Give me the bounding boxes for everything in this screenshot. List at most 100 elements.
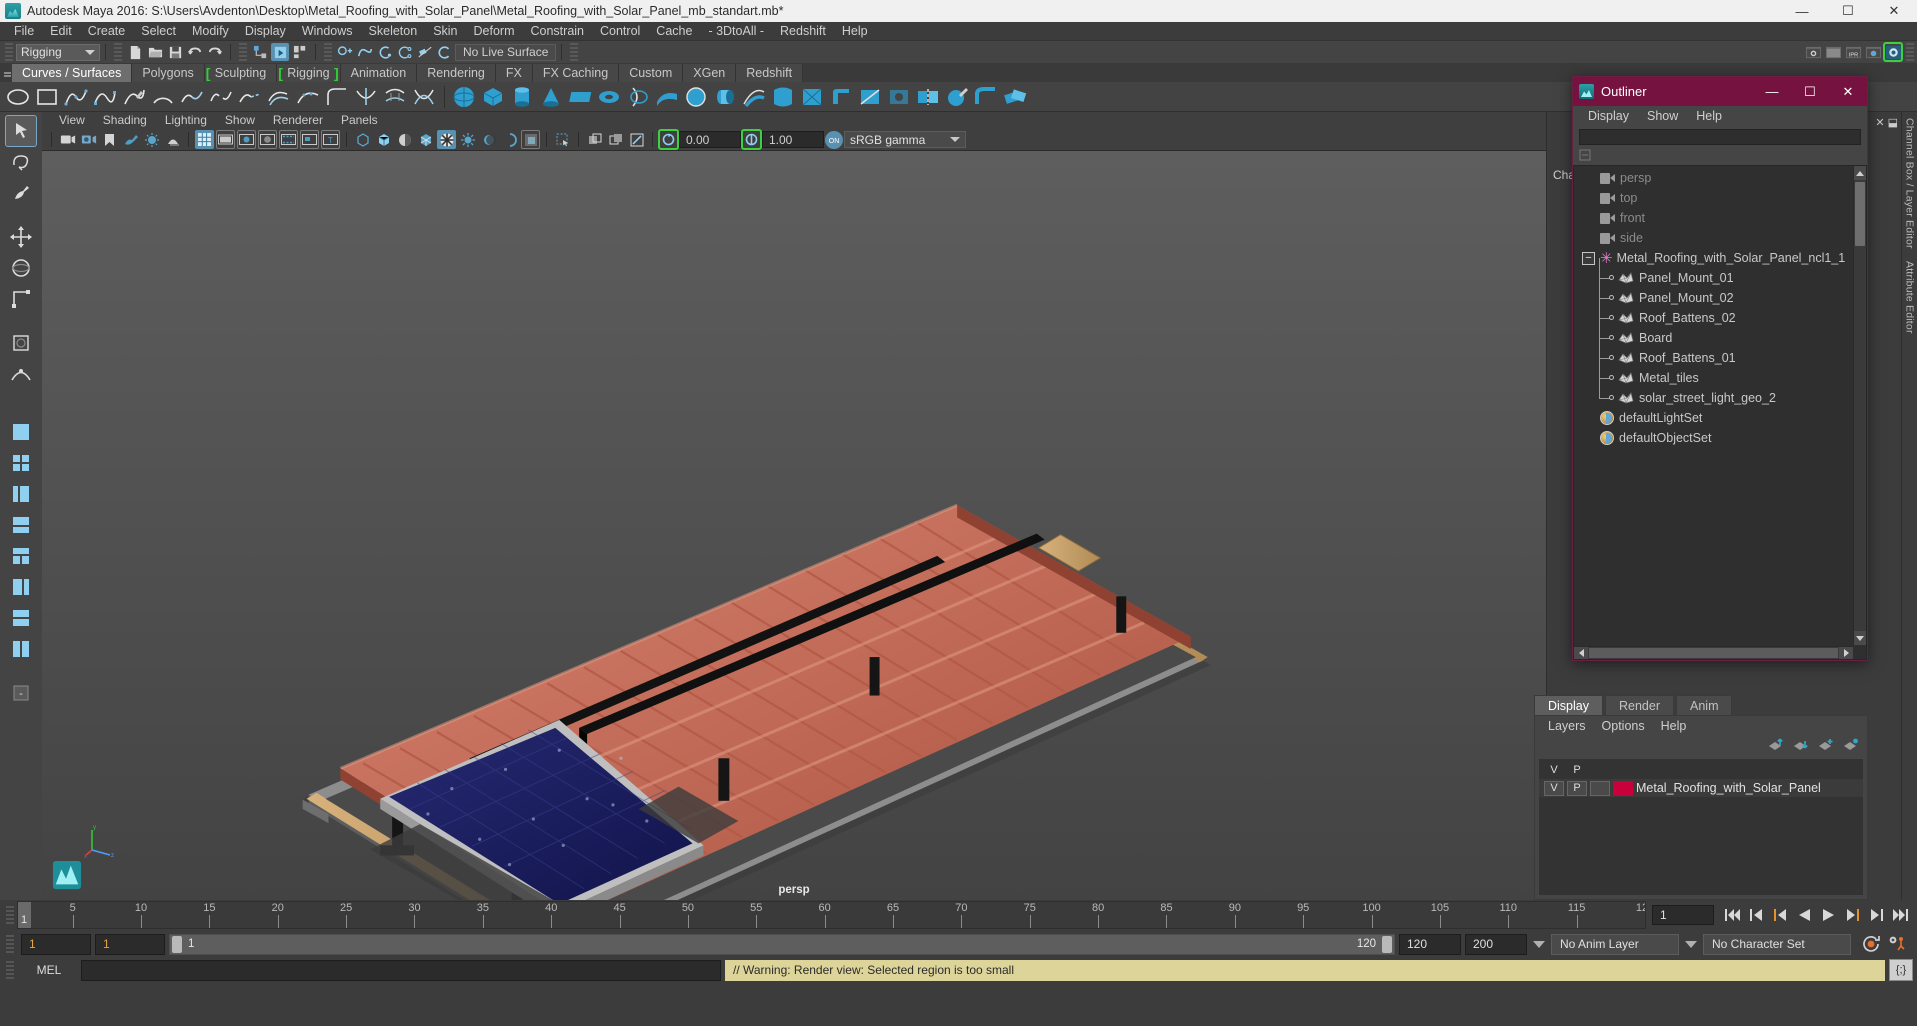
- range-start-handle[interactable]: [172, 935, 182, 953]
- use-all-lights-icon[interactable]: [458, 130, 477, 149]
- two-side-layout-icon[interactable]: [6, 634, 36, 664]
- rebuild-curve-icon[interactable]: [294, 83, 322, 111]
- xray-joints-icon[interactable]: [606, 130, 625, 149]
- bookmark-icon[interactable]: [100, 130, 119, 149]
- toolbar-grip-2[interactable]: [114, 43, 122, 61]
- outliner-horizontal-scrollbar[interactable]: [1574, 646, 1853, 659]
- menu-create[interactable]: Create: [80, 22, 134, 41]
- tab-channel-box-layer-editor[interactable]: Channel Box / Layer Editor: [1904, 112, 1916, 255]
- redshift-render-icon[interactable]: [1883, 42, 1903, 62]
- layer-menu-layers[interactable]: Layers: [1540, 716, 1594, 736]
- trim-icon[interactable]: [856, 83, 884, 111]
- dock-close-icon[interactable]: ✕ ⬓: [1875, 116, 1898, 129]
- tab-display[interactable]: Display: [1534, 695, 1603, 715]
- open-scene-icon[interactable]: [146, 43, 164, 61]
- select-by-component-icon[interactable]: [291, 43, 309, 61]
- nurbs-sphere-icon[interactable]: [450, 83, 478, 111]
- outliner-vertical-scrollbar[interactable]: [1853, 166, 1866, 645]
- wireframe-shading-icon[interactable]: [353, 130, 372, 149]
- tab-render[interactable]: Render: [1605, 695, 1674, 715]
- outliner-window[interactable]: Outliner — ☐ ✕ Display Show Help persp to…: [1572, 76, 1868, 661]
- outliner-item-roof-battens-02[interactable]: Roof_Battens_02: [1574, 298, 1852, 328]
- layer-type-toggle[interactable]: [1590, 780, 1610, 796]
- minimize-button[interactable]: —: [1779, 0, 1825, 22]
- select-tool-icon[interactable]: [5, 115, 37, 147]
- anim-layer-selector[interactable]: No Anim Layer: [1551, 933, 1679, 955]
- nurbs-plane-icon[interactable]: [566, 83, 594, 111]
- nurbs-circle-icon[interactable]: [4, 83, 32, 111]
- menu-set-selector[interactable]: Rigging: [16, 43, 100, 61]
- offset-curve-icon[interactable]: [265, 83, 293, 111]
- viewport-menu-show[interactable]: Show: [216, 112, 264, 129]
- outliner-title-bar[interactable]: Outliner — ☐ ✕: [1573, 77, 1867, 106]
- step-back-frame-icon[interactable]: [1770, 905, 1791, 925]
- live-surface-field[interactable]: No Live Surface: [455, 43, 557, 61]
- motion-blur-icon[interactable]: [521, 130, 540, 149]
- single-perspective-layout-icon[interactable]: [6, 417, 36, 447]
- square-surface-icon[interactable]: [798, 83, 826, 111]
- layer-list[interactable]: V P V P Metal_Roofing_with_Solar_Panel: [1539, 759, 1863, 895]
- smooth-shading-icon[interactable]: [374, 130, 393, 149]
- toolbar-grip-3[interactable]: [239, 43, 247, 61]
- exposure-field[interactable]: 0.00: [679, 131, 741, 148]
- outliner-item-roof-battens-01[interactable]: Roof_Battens_01: [1574, 338, 1852, 368]
- command-input-field[interactable]: [81, 959, 721, 981]
- surface-fillet-icon[interactable]: [972, 83, 1000, 111]
- anim-start-time-field[interactable]: 1: [21, 933, 91, 955]
- viewport-menu-lighting[interactable]: Lighting: [156, 112, 216, 129]
- toolbar-grip[interactable]: [5, 43, 13, 61]
- cv-curve-icon[interactable]: [62, 83, 90, 111]
- outliner-item-metal-roofing-with-solar-panel-ncl1-1[interactable]: − ✳ Metal_Roofing_with_Solar_Panel_ncl1_1: [1574, 248, 1852, 268]
- curve-fillet-icon[interactable]: [323, 83, 351, 111]
- detach-curve-icon[interactable]: [207, 83, 235, 111]
- persp-graph-layout-icon[interactable]: [6, 510, 36, 540]
- two-sided-lighting-icon[interactable]: [142, 130, 161, 149]
- step-forward-keyframe-icon[interactable]: [1866, 905, 1887, 925]
- shelf-tab-animation[interactable]: Animation: [340, 64, 418, 82]
- nurbs-cube-icon[interactable]: [479, 83, 507, 111]
- film-gate-icon[interactable]: [216, 130, 235, 149]
- toolbar-grip-6[interactable]: [1906, 43, 1914, 61]
- menu-windows[interactable]: Windows: [294, 22, 361, 41]
- layer-playback-toggle[interactable]: P: [1567, 780, 1587, 796]
- tab-attribute-editor[interactable]: Attribute Editor: [1904, 255, 1916, 340]
- scroll-left-icon[interactable]: [1574, 647, 1588, 659]
- shelf-tab-fx[interactable]: FX: [495, 64, 533, 82]
- playback-end-time-field[interactable]: 120: [1399, 933, 1461, 955]
- step-forward-frame-icon[interactable]: [1842, 905, 1863, 925]
- go-to-end-icon[interactable]: [1890, 905, 1911, 925]
- scroll-down-icon[interactable]: [1854, 631, 1866, 645]
- menu-skin[interactable]: Skin: [425, 22, 465, 41]
- range-slider[interactable]: 1 120: [169, 933, 1395, 955]
- extrude-icon[interactable]: [711, 83, 739, 111]
- viewport-menu-shading[interactable]: Shading: [94, 112, 156, 129]
- outliner-close-button[interactable]: ✕: [1829, 77, 1867, 106]
- move-tool-icon[interactable]: [6, 222, 36, 252]
- go-to-start-icon[interactable]: [1722, 905, 1743, 925]
- current-time-indicator[interactable]: 1: [18, 902, 31, 928]
- outliner-item-defaultobjectset[interactable]: defaultObjectSet: [1574, 428, 1852, 448]
- command-line-grip[interactable]: [6, 961, 14, 979]
- tab-anim[interactable]: Anim: [1676, 695, 1733, 715]
- shelf-tab-redshift[interactable]: Redshift: [736, 64, 804, 82]
- xray-icon[interactable]: [585, 130, 604, 149]
- menu-skeleton[interactable]: Skeleton: [361, 22, 426, 41]
- outliner-item-panel-mount-02[interactable]: Panel_Mount_02: [1574, 278, 1852, 308]
- shelf-tab-xgen[interactable]: XGen: [683, 64, 737, 82]
- menu-edit[interactable]: Edit: [42, 22, 80, 41]
- outliner-item-metal-tiles[interactable]: Metal_tiles: [1574, 358, 1852, 388]
- layer-visibility-toggle[interactable]: V: [1544, 780, 1564, 796]
- outliner-menu-display[interactable]: Display: [1579, 106, 1638, 127]
- redo-icon[interactable]: [206, 43, 224, 61]
- menu-select[interactable]: Select: [133, 22, 184, 41]
- nurbs-cone-icon[interactable]: [537, 83, 565, 111]
- intersect-curves-icon[interactable]: [410, 83, 438, 111]
- outliner-item-panel-mount-01[interactable]: Panel_Mount_01: [1574, 258, 1852, 288]
- lasso-select-tool-icon[interactable]: [6, 147, 36, 177]
- shelf-tab-curves-surfaces[interactable]: Curves / Surfaces: [12, 64, 133, 82]
- outliner-search-input[interactable]: [1579, 129, 1861, 145]
- resolution-gate-icon[interactable]: [237, 130, 256, 149]
- move-layer-up-icon[interactable]: [1768, 738, 1784, 754]
- shelf-tab-fx-caching[interactable]: FX Caching: [532, 64, 620, 82]
- scale-tool-icon[interactable]: [6, 284, 36, 314]
